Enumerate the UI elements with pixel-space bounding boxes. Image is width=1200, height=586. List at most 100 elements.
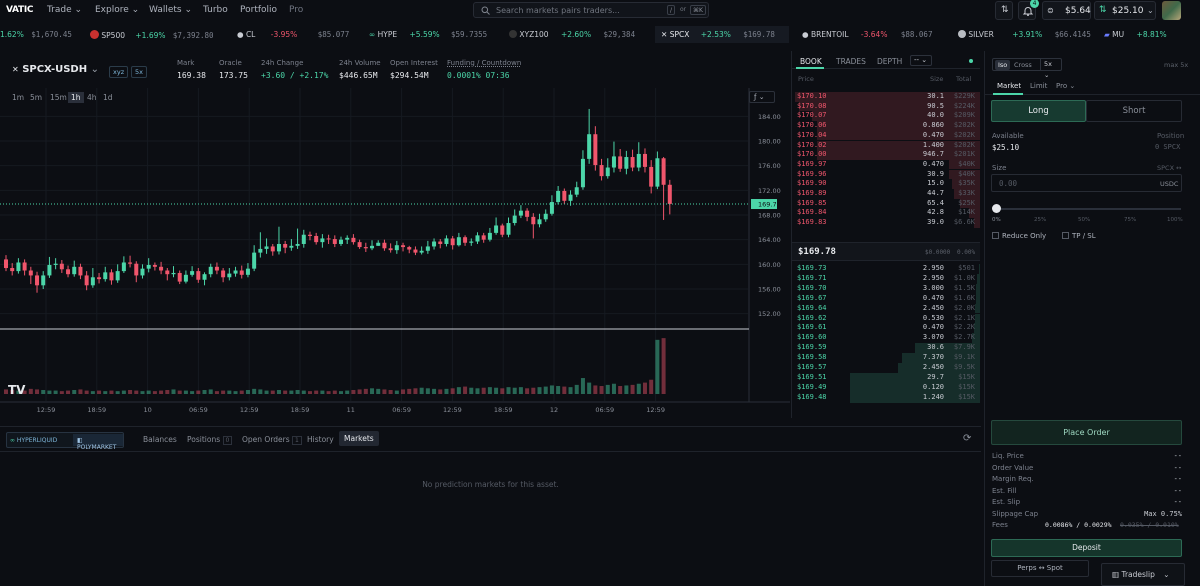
candle-body[interactable]	[661, 158, 666, 185]
candle-body[interactable]	[574, 187, 579, 195]
perps-spot-button[interactable]: Perps ↔ Spot	[991, 560, 1089, 577]
candle-body[interactable]	[159, 266, 164, 271]
candle-body[interactable]	[146, 264, 151, 269]
ask-row[interactable]: $169.83 39.0 $6.6K	[797, 218, 980, 228]
tab-balances[interactable]: Balances	[143, 435, 177, 444]
tab-open-orders[interactable]: Open Orders 1	[242, 435, 302, 445]
tab-depth[interactable]: DEPTH	[877, 57, 902, 66]
size-slider-handle[interactable]	[992, 204, 1001, 213]
candle-body[interactable]	[66, 269, 71, 275]
tp-sl-checkbox[interactable]: TP / SL	[1062, 232, 1096, 240]
candle-body[interactable]	[407, 247, 412, 250]
candle-body[interactable]	[121, 262, 126, 272]
balance-button-1[interactable]: ⊜ $5.64	[1042, 1, 1091, 20]
tab-positions[interactable]: Positions 0	[187, 435, 233, 445]
candle-body[interactable]	[128, 262, 133, 264]
candle-body[interactable]	[4, 259, 8, 269]
candle-body[interactable]	[10, 268, 15, 272]
bid-row[interactable]: $169.57 2.450 $9.5K	[797, 363, 980, 373]
candle-body[interactable]	[611, 156, 616, 168]
candle-body[interactable]	[500, 225, 505, 235]
ask-row[interactable]: $169.84 42.8 $14K	[797, 208, 980, 218]
order-type-limit[interactable]: Limit	[1030, 82, 1047, 90]
candle-body[interactable]	[401, 245, 406, 248]
search-input[interactable]: Search markets pairs traders... / or ⌘K	[473, 2, 709, 18]
ticker-item[interactable]: ● CL -3.95% $85.077	[237, 30, 349, 39]
balance-button-2[interactable]: ⇅ $25.10 ⌄	[1094, 1, 1156, 20]
ask-row[interactable]: $170.10 30.1 $229K	[795, 92, 980, 102]
ticker-item-active[interactable]: ✕ SPCX +2.53% $169.78	[655, 26, 789, 43]
candle-body[interactable]	[587, 134, 592, 159]
candle-body[interactable]	[221, 270, 226, 278]
candle-body[interactable]	[326, 238, 331, 240]
place-order-button[interactable]: Place Order	[991, 420, 1182, 445]
notifications-button[interactable]: 4	[1018, 0, 1039, 20]
candle-body[interactable]	[90, 277, 95, 286]
candle-body[interactable]	[84, 275, 89, 286]
ticker-item[interactable]: XYZ100 +2.60% $29,384	[509, 30, 635, 39]
leverage-select[interactable]: 5x ⌄	[1040, 59, 1061, 79]
candle-body[interactable]	[320, 238, 325, 243]
candle-body[interactable]	[59, 263, 64, 270]
candle-body[interactable]	[47, 264, 52, 276]
ticker-item[interactable]: 1.62% $1,670.45	[0, 30, 72, 39]
size-unit-toggle[interactable]: SPCX ↔	[1157, 164, 1182, 172]
candle-body[interactable]	[630, 157, 635, 168]
tab-trades[interactable]: TRADES	[836, 57, 866, 66]
candle-body[interactable]	[382, 242, 387, 249]
ask-row[interactable]: $170.08 90.5 $224K	[797, 101, 980, 112]
ticker-item[interactable]: SP500 +1.69% $7,392.80	[90, 30, 214, 40]
candle-body[interactable]	[177, 272, 182, 282]
bid-row[interactable]: $169.70 3.000 $1.5K	[797, 283, 980, 294]
avatar[interactable]	[1162, 1, 1181, 20]
candle-body[interactable]	[512, 215, 517, 224]
ask-row[interactable]: $170.04 0.470 $202K	[797, 130, 980, 141]
candle-body[interactable]	[239, 270, 244, 275]
candle-body[interactable]	[183, 274, 188, 282]
candle-body[interactable]	[624, 157, 629, 169]
bid-row[interactable]: $169.48 1.240 $15K	[797, 392, 980, 403]
ask-row[interactable]: $170.00 946.7 $201K	[797, 150, 980, 160]
pair-selector[interactable]: ✕ SPCX-USDH ⌄	[12, 64, 99, 75]
candle-body[interactable]	[568, 194, 573, 201]
candle-body[interactable]	[115, 271, 120, 281]
candle-body[interactable]	[357, 242, 362, 248]
bid-row[interactable]: $169.59 30.6 $7.9K	[797, 343, 980, 354]
candle-body[interactable]	[53, 263, 58, 265]
ask-row[interactable]: $170.07 40.0 $209K	[797, 111, 980, 121]
ask-row[interactable]: $169.96 30.9 $40K	[797, 169, 980, 180]
candle-body[interactable]	[556, 190, 561, 203]
candle-body[interactable]	[531, 216, 536, 225]
ask-row[interactable]: $169.97 0.470 $40K	[797, 159, 980, 170]
nav-wallets[interactable]: Wallets ⌄	[149, 5, 192, 15]
size-slider-track[interactable]	[995, 208, 1181, 210]
size-input[interactable]: 0.00 USDC	[991, 174, 1182, 192]
tab-history[interactable]: History	[307, 435, 334, 444]
logo[interactable]: VATIC	[6, 5, 34, 15]
bid-row[interactable]: $169.58 7.370 $9.1K	[797, 353, 980, 363]
candle-body[interactable]	[171, 272, 176, 275]
candle-body[interactable]	[494, 225, 499, 233]
candle-body[interactable]	[301, 234, 306, 244]
bid-row[interactable]: $169.62 0.530 $2.1K	[797, 313, 980, 324]
candle-body[interactable]	[487, 232, 492, 240]
bid-row[interactable]: $169.51 29.7 $15K	[797, 372, 980, 383]
candle-body[interactable]	[655, 158, 660, 187]
candle-body[interactable]	[463, 237, 468, 243]
candle-body[interactable]	[518, 210, 523, 216]
candle-body[interactable]	[376, 242, 381, 246]
candle-body[interactable]	[419, 250, 424, 253]
candle-body[interactable]	[109, 272, 114, 281]
candle-body[interactable]	[394, 245, 399, 251]
candle-body[interactable]	[134, 263, 139, 276]
margin-cross[interactable]: Cross	[1014, 61, 1032, 69]
candle-body[interactable]	[388, 248, 393, 251]
candle-body[interactable]	[78, 266, 83, 276]
candle-body[interactable]	[432, 241, 437, 247]
candle-body[interactable]	[363, 247, 368, 249]
bid-row[interactable]: $169.67 0.470 $1.6K	[797, 293, 980, 304]
candle-body[interactable]	[208, 266, 213, 275]
tradeslip-button[interactable]: ▥ Tradeslip ⌄	[1101, 563, 1185, 586]
candle-body[interactable]	[295, 243, 300, 246]
candle-body[interactable]	[233, 270, 238, 274]
